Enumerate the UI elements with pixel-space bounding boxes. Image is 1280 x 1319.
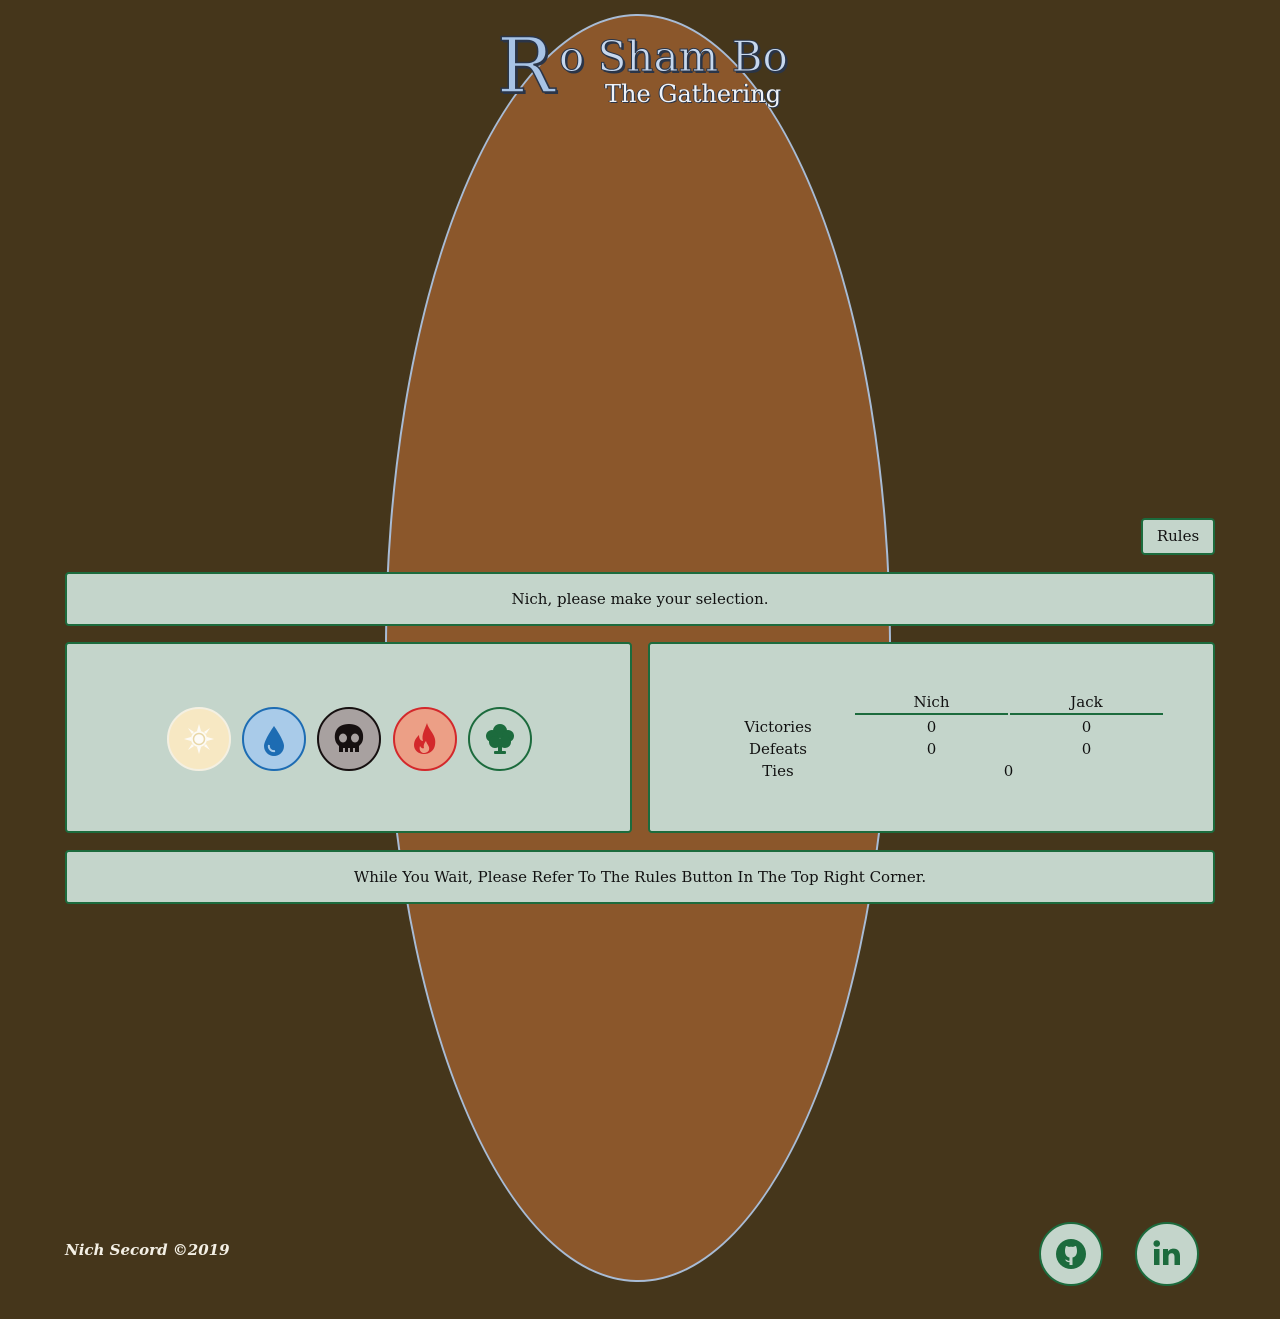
ties-value: 0 — [1003, 762, 1014, 780]
white-sun-option[interactable] — [167, 707, 231, 771]
row-label-ties: Ties — [762, 762, 794, 780]
player-header-nich: Nich — [855, 692, 1008, 715]
black-skull-icon — [334, 724, 364, 752]
linkedin-icon — [1153, 1240, 1180, 1265]
status-message-panel: Nich, please make your selection. — [65, 572, 1215, 626]
scoreboard-panel: Nich Jack Victories 0 0 Defeats 0 0 Ties… — [648, 642, 1215, 833]
row-label-victories: Victories — [744, 718, 812, 736]
title-text: o Sham Bo — [559, 32, 789, 81]
jack-defeats-value: 0 — [1081, 740, 1092, 758]
title-initial: R — [496, 21, 555, 110]
blue-water-option[interactable] — [242, 707, 306, 771]
wait-message-panel: While You Wait, Please Refer To The Rule… — [65, 850, 1215, 904]
row-label-defeats: Defeats — [748, 740, 807, 758]
github-icon — [1056, 1239, 1086, 1269]
black-skull-option[interactable] — [317, 707, 381, 771]
green-tree-icon — [486, 724, 514, 754]
nich-defeats-value: 0 — [926, 740, 937, 758]
status-message: Nich, please make your selection. — [511, 590, 769, 608]
green-tree-option[interactable] — [468, 707, 532, 771]
scoreboard-table: Nich Jack Victories 0 0 Defeats 0 0 Ties… — [650, 644, 1213, 831]
player-header-jack: Jack — [1010, 692, 1163, 715]
white-sun-icon — [184, 724, 214, 754]
site-title: R o Sham Bo The Gathering — [496, 21, 797, 118]
blue-water-drop-icon — [264, 726, 284, 756]
linkedin-link[interactable] — [1135, 1222, 1199, 1286]
nich-victories-value: 0 — [926, 718, 937, 736]
selection-panel — [65, 642, 632, 833]
red-fire-option[interactable] — [393, 707, 457, 771]
jack-victories-value: 0 — [1081, 718, 1092, 736]
rules-button[interactable]: Rules — [1141, 518, 1215, 555]
red-fire-icon — [414, 723, 436, 754]
title-subtitle: The Gathering — [605, 80, 782, 108]
github-link[interactable] — [1039, 1222, 1103, 1286]
footer-credit: Nich Secord ©2019 — [65, 1241, 230, 1259]
wait-message: While You Wait, Please Refer To The Rule… — [353, 868, 927, 886]
